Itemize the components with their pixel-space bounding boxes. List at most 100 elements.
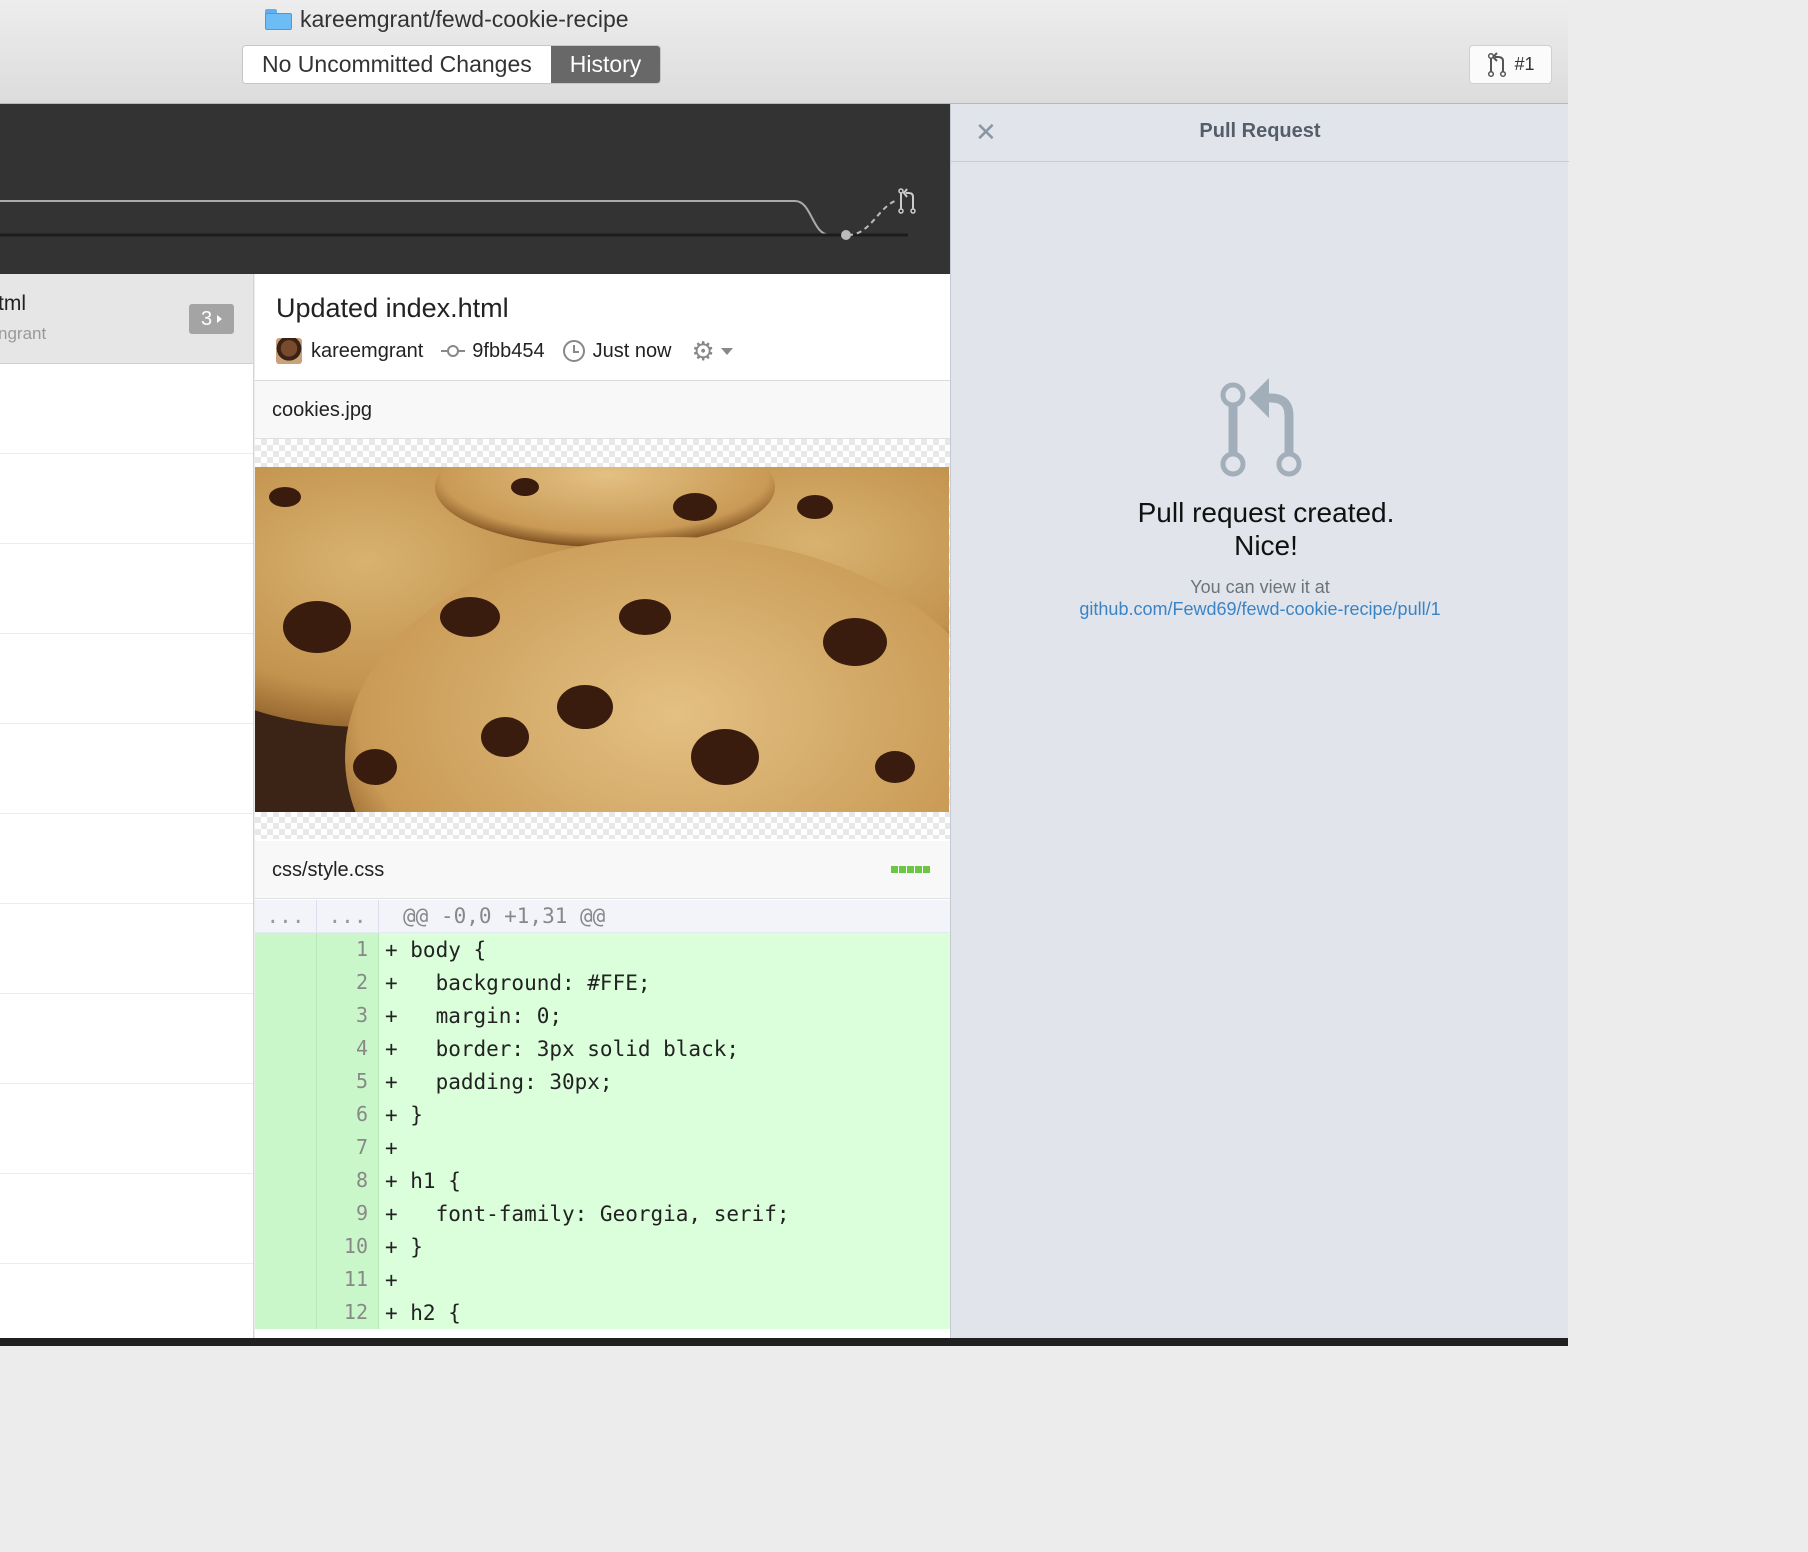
file-count-badge[interactable]: 3 bbox=[189, 304, 234, 334]
folder-icon bbox=[265, 8, 292, 30]
list-item[interactable] bbox=[0, 904, 253, 994]
line-number: 7 bbox=[317, 1131, 379, 1164]
window-bottom-edge bbox=[0, 1338, 1568, 1346]
commit-item-title: tml bbox=[0, 292, 26, 315]
repo-name: kareemgrant/fewd-cookie-recipe bbox=[300, 5, 629, 32]
file-header-image[interactable]: cookies.jpg bbox=[255, 381, 950, 439]
line-number: 4 bbox=[317, 1032, 379, 1065]
diff-line: 12 + h2 { bbox=[255, 1296, 950, 1329]
commit-sha[interactable]: 9fbb454 bbox=[472, 340, 544, 363]
branch-graph bbox=[0, 188, 916, 240]
panel-title: Pull Request bbox=[1199, 120, 1321, 142]
hunk-expand-left[interactable]: ... bbox=[255, 900, 317, 932]
diff-line: 3 + margin: 0; bbox=[255, 999, 950, 1032]
diff-line: 11 + bbox=[255, 1263, 950, 1296]
file-name: css/style.css bbox=[272, 859, 385, 881]
diff-line: 4 + border: 3px solid black; bbox=[255, 1032, 950, 1065]
gear-icon[interactable]: ⚙ bbox=[692, 338, 715, 364]
avatar bbox=[276, 338, 302, 364]
pull-request-panel-header: ✕ Pull Request bbox=[951, 104, 1569, 162]
tab-uncommitted-changes[interactable]: No Uncommitted Changes bbox=[243, 46, 551, 83]
commit-meta: kareemgrant 9fbb454 Just now ⚙ bbox=[276, 338, 733, 364]
line-code: + margin: 0; bbox=[385, 1003, 563, 1028]
pull-request-link[interactable]: github.com/Fewd69/fewd-cookie-recipe/pul… bbox=[951, 599, 1569, 620]
list-item[interactable] bbox=[0, 814, 253, 904]
view-hint: You can view it at bbox=[1190, 577, 1330, 597]
line-code: + bbox=[385, 1267, 398, 1292]
list-item[interactable] bbox=[0, 1084, 253, 1174]
line-code: + } bbox=[385, 1234, 423, 1259]
line-code: + h1 { bbox=[385, 1168, 461, 1193]
cookies-image bbox=[255, 467, 949, 812]
line-code: + border: 3px solid black; bbox=[385, 1036, 740, 1061]
line-number: 5 bbox=[317, 1065, 379, 1098]
list-item[interactable] bbox=[0, 364, 253, 454]
diff-hunk-header: ... ... @@ -0,0 +1,31 @@ bbox=[255, 900, 950, 933]
clock-icon bbox=[562, 340, 585, 362]
chevron-right-icon bbox=[217, 315, 223, 323]
line-code: + body { bbox=[385, 937, 487, 962]
list-item[interactable] bbox=[0, 634, 253, 724]
file-count: 3 bbox=[200, 307, 213, 330]
line-number: 10 bbox=[317, 1230, 379, 1263]
pull-request-icon bbox=[1220, 378, 1302, 477]
commit-detail: Updated index.html kareemgrant 9fbb454 J… bbox=[255, 274, 950, 1338]
list-item[interactable] bbox=[0, 454, 253, 544]
repo-title[interactable]: kareemgrant/fewd-cookie-recipe bbox=[265, 4, 629, 34]
commit-list-item-selected[interactable]: tml ngrant 3 bbox=[0, 274, 253, 364]
success-message-line1: Pull request created. bbox=[1137, 497, 1395, 528]
diffstat-bar bbox=[891, 866, 930, 873]
commit-list: tml ngrant 3 bbox=[0, 274, 254, 1338]
list-item[interactable] bbox=[0, 544, 253, 634]
line-number: 11 bbox=[317, 1263, 379, 1296]
toolbar: kareemgrant/fewd-cookie-recipe No Uncomm… bbox=[0, 0, 1568, 104]
line-number: 6 bbox=[317, 1098, 379, 1131]
file-name: cookies.jpg bbox=[272, 399, 373, 421]
commit-title: Updated index.html bbox=[276, 293, 509, 323]
line-code: + padding: 30px; bbox=[385, 1069, 613, 1094]
success-message: Pull request created. Nice! bbox=[951, 496, 1581, 562]
pull-request-panel: ✕ Pull Request Pull request created. Nic… bbox=[950, 104, 1569, 1338]
line-code: + h2 { bbox=[385, 1300, 461, 1325]
hunk-expand-right[interactable]: ... bbox=[317, 900, 379, 932]
chevron-down-icon[interactable] bbox=[720, 347, 733, 355]
list-item[interactable] bbox=[0, 1264, 253, 1338]
diff-line: 8 + h1 { bbox=[255, 1164, 950, 1197]
line-number: 2 bbox=[317, 966, 379, 999]
diff-line: 2 + background: #FFE; bbox=[255, 966, 950, 999]
success-message-line2: Nice! bbox=[1234, 530, 1298, 561]
diff-line: 7 + bbox=[255, 1131, 950, 1164]
commit-time: Just now bbox=[592, 339, 672, 362]
list-item[interactable] bbox=[0, 1174, 253, 1264]
diff-line: 1 + body { bbox=[255, 933, 950, 966]
line-code: + background: #FFE; bbox=[385, 970, 651, 995]
diff-view: ... ... @@ -0,0 +1,31 @@ 1 + body { 2 + ba… bbox=[255, 900, 950, 1329]
line-code: + font-family: Georgia, serif; bbox=[385, 1201, 790, 1226]
pull-request-icon bbox=[1488, 51, 1507, 77]
diff-line: 6 + } bbox=[255, 1098, 950, 1131]
hunk-range: @@ -0,0 +1,31 @@ bbox=[403, 904, 606, 928]
diff-line: 5 + padding: 30px; bbox=[255, 1065, 950, 1098]
pull-request-number: #1 bbox=[1514, 54, 1535, 74]
list-item[interactable] bbox=[0, 724, 253, 814]
line-number: 9 bbox=[317, 1197, 379, 1230]
list-item[interactable] bbox=[0, 994, 253, 1084]
commit-header: Updated index.html kareemgrant 9fbb454 J… bbox=[255, 274, 950, 381]
commit-icon bbox=[441, 345, 466, 357]
line-number: 1 bbox=[317, 933, 379, 966]
tab-history[interactable]: History bbox=[550, 46, 661, 83]
commit-dot[interactable] bbox=[841, 230, 851, 240]
line-number: 3 bbox=[317, 999, 379, 1032]
diff-line: 9 + font-family: Georgia, serif; bbox=[255, 1197, 950, 1230]
view-switcher: No Uncommitted Changes History bbox=[242, 45, 662, 84]
line-number: 8 bbox=[317, 1164, 379, 1197]
line-number: 12 bbox=[317, 1296, 379, 1329]
line-code: + } bbox=[385, 1102, 423, 1127]
commit-author[interactable]: kareemgrant bbox=[311, 340, 423, 363]
pull-request-marker-icon[interactable] bbox=[898, 188, 916, 214]
file-header-css[interactable]: css/style.css bbox=[255, 841, 950, 899]
pull-request-button[interactable]: #1 bbox=[1469, 45, 1552, 84]
diff-line: 10 + } bbox=[255, 1230, 950, 1263]
line-code: + bbox=[385, 1135, 398, 1160]
branch-timeline[interactable] bbox=[0, 104, 950, 274]
